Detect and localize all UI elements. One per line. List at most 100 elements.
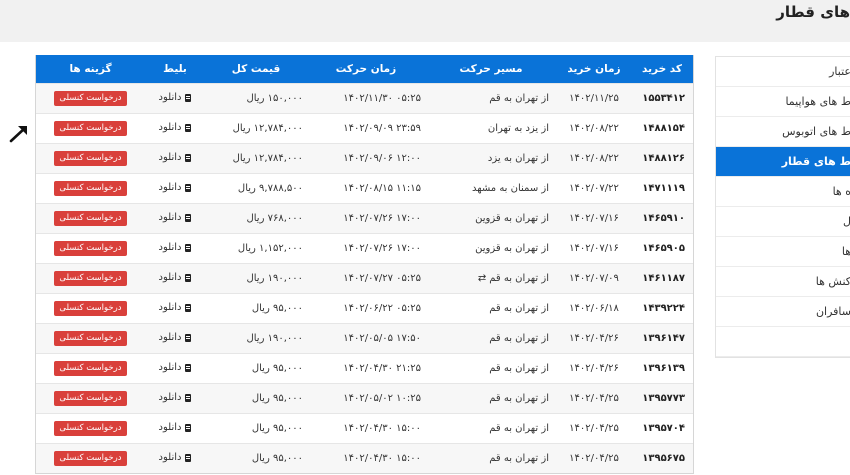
- cancel-request-button[interactable]: درخواست کنسلی: [54, 391, 127, 406]
- total-price: ۹۵,۰۰۰ ریال: [205, 443, 307, 473]
- header-code: کد خرید: [631, 55, 693, 84]
- sidebar-item-3[interactable]: ط های قطار: [716, 147, 850, 177]
- swap-arrows-icon: ⇄: [477, 273, 487, 284]
- sidebar-item-1[interactable]: ط های هواپیما: [716, 87, 850, 117]
- route-text: از تهران به قم: [489, 393, 549, 404]
- download-link[interactable]: دانلود: [159, 422, 192, 433]
- sidebar-item-2[interactable]: ط های اتوبوس: [716, 117, 850, 147]
- download-label: دانلود: [158, 302, 182, 314]
- cancel-request-button[interactable]: درخواست کنسلی: [54, 241, 127, 256]
- purchase-time: ۱۴۰۲/۰۷/۱۶: [557, 233, 631, 264]
- depart-time: ۱۵:۰۰ ۱۴۰۲/۰۴/۳۰: [307, 413, 425, 444]
- sidebar-item-9[interactable]: [716, 327, 850, 357]
- route-cell: از تهران به قم: [425, 293, 557, 324]
- table-row: ۱۳۹۶۱۳۹ ۱۴۰۲/۰۴/۲۶ از تهران به قم ۲۱:۲۵ ۱۴۰…: [36, 353, 693, 384]
- table-row: ۱۴۳۹۲۲۴ ۱۴۰۲/۰۶/۱۸ از تهران به قم ۰۵:۲۵ ۱۴۰…: [36, 293, 693, 324]
- download-link[interactable]: دانلود: [159, 122, 192, 133]
- ticket-cell: دانلود: [145, 83, 205, 114]
- cancel-request-button[interactable]: درخواست کنسلی: [54, 211, 127, 226]
- purchase-time: ۱۴۰۲/۱۱/۲۵: [557, 83, 631, 114]
- depart-time: ۱۱:۱۵ ۱۴۰۲/۰۸/۱۵: [307, 173, 425, 204]
- table-row: ۱۴۸۸۱۵۴ ۱۴۰۲/۰۸/۲۲ از یزد به تهران ۲۳:۵۹ ۱۴…: [36, 113, 693, 144]
- route-cell: از تهران به قزوین: [425, 233, 557, 264]
- route-cell: از تهران به قم: [425, 413, 557, 444]
- route-text: از تهران به قم: [489, 363, 549, 374]
- download-link[interactable]: دانلود: [159, 92, 192, 103]
- purchase-code: ۱۴۶۵۹۱۰: [631, 203, 693, 234]
- cancel-request-button[interactable]: درخواست کنسلی: [54, 181, 127, 196]
- sidebar-item-8[interactable]: سافران: [716, 297, 850, 327]
- download-link[interactable]: دانلود: [159, 392, 192, 403]
- ticket-cell: دانلود: [145, 113, 205, 144]
- total-price: ۹۵,۰۰۰ ریال: [205, 293, 307, 324]
- cancel-request-button[interactable]: درخواست کنسلی: [54, 361, 127, 376]
- document-icon: [185, 153, 192, 162]
- route-text: از تهران به قم: [489, 333, 549, 344]
- total-price: ۹۵,۰۰۰ ریال: [205, 413, 307, 444]
- cancel-request-button[interactable]: درخواست کنسلی: [54, 151, 127, 166]
- cancel-request-button[interactable]: درخواست کنسلی: [54, 91, 127, 106]
- ticket-cell: دانلود: [145, 233, 205, 264]
- document-icon: [185, 333, 192, 342]
- options-cell: درخواست کنسلی: [36, 323, 145, 354]
- header-purchase-time: زمان خرید: [557, 55, 631, 84]
- cancel-request-button[interactable]: درخواست کنسلی: [54, 421, 127, 436]
- table-row: ۱۴۶۵۹۰۵ ۱۴۰۲/۰۷/۱۶ از تهران به قزوین ۱۷:۰۰ …: [36, 233, 693, 264]
- purchase-code: ۱۵۵۳۴۱۲: [631, 83, 693, 114]
- download-link[interactable]: دانلود: [159, 332, 192, 343]
- route-text: از تهران به قزوین: [475, 213, 549, 224]
- download-link[interactable]: دانلود: [159, 212, 192, 223]
- document-icon: [185, 123, 192, 132]
- cancel-request-button[interactable]: درخواست کنسلی: [54, 271, 127, 286]
- sidebar-item-6[interactable]: ها: [716, 237, 850, 267]
- download-link[interactable]: دانلود: [159, 272, 192, 283]
- purchases-table: کد خرید زمان خرید مسیر حرکت زمان حرکت قی…: [36, 55, 693, 473]
- route-cell: از سمنان به مشهد: [425, 173, 557, 204]
- table-row: ۱۳۹۶۱۴۷ ۱۴۰۲/۰۴/۲۶ از تهران به قم ۱۷:۵۰ ۱۴۰…: [36, 323, 693, 354]
- sidebar-item-4[interactable]: ه ها: [716, 177, 850, 207]
- total-price: ۱۹۰,۰۰۰ ریال: [205, 323, 307, 354]
- route-text: از سمنان به مشهد: [472, 183, 549, 194]
- route-cell: از تهران به قم: [425, 383, 557, 414]
- cancel-request-button[interactable]: درخواست کنسلی: [54, 331, 127, 346]
- sidebar-item-5[interactable]: ل: [716, 207, 850, 237]
- cancel-request-button[interactable]: درخواست کنسلی: [54, 451, 127, 466]
- total-price: ۷۶۸,۰۰۰ ریال: [205, 203, 307, 234]
- purchase-code: ۱۴۸۸۱۵۴: [631, 113, 693, 144]
- purchase-time: ۱۴۰۲/۰۴/۲۵: [557, 413, 631, 444]
- download-label: دانلود: [158, 242, 182, 254]
- ticket-cell: دانلود: [145, 173, 205, 204]
- purchase-code: ۱۴۷۱۱۱۹: [631, 173, 693, 204]
- purchase-code: ۱۳۹۵۷۷۳: [631, 383, 693, 414]
- total-price: ۱,۱۵۲,۰۰۰ ریال: [205, 233, 307, 264]
- cancel-request-button[interactable]: درخواست کنسلی: [54, 301, 127, 316]
- table-row: ۱۵۵۳۴۱۲ ۱۴۰۲/۱۱/۲۵ از تهران به قم ۰۵:۲۵ ۱۴۰…: [36, 83, 693, 114]
- route-cell: از یزد به تهران: [425, 113, 557, 144]
- download-label: دانلود: [158, 392, 182, 404]
- sidebar-item-7[interactable]: کنش ها: [716, 267, 850, 297]
- download-link[interactable]: دانلود: [159, 152, 192, 163]
- sidebar-item-0[interactable]: عتبار: [716, 57, 850, 87]
- depart-time: ۱۵:۰۰ ۱۴۰۲/۰۴/۳۰: [307, 443, 425, 473]
- document-icon: [185, 93, 192, 102]
- options-cell: درخواست کنسلی: [36, 263, 145, 294]
- download-link[interactable]: دانلود: [159, 302, 192, 313]
- header-depart-time: زمان حرکت: [307, 55, 425, 84]
- download-label: دانلود: [158, 212, 182, 224]
- route-cell: از تهران به قم: [425, 353, 557, 384]
- download-link[interactable]: دانلود: [159, 362, 192, 373]
- download-link[interactable]: دانلود: [159, 242, 192, 253]
- download-link[interactable]: دانلود: [159, 182, 192, 193]
- ticket-cell: دانلود: [145, 383, 205, 414]
- table-header-row: کد خرید زمان خرید مسیر حرکت زمان حرکت قی…: [36, 55, 693, 84]
- top-bar: های قطار: [0, 0, 850, 42]
- purchase-time: ۱۴۰۲/۰۷/۲۲: [557, 173, 631, 204]
- download-link[interactable]: دانلود: [159, 452, 192, 463]
- cancel-request-button[interactable]: درخواست کنسلی: [54, 121, 127, 136]
- purchase-time: ۱۴۰۲/۰۴/۲۶: [557, 353, 631, 384]
- purchase-code: ۱۴۳۹۲۲۴: [631, 293, 693, 324]
- purchase-time: ۱۴۰۲/۰۸/۲۲: [557, 113, 631, 144]
- purchase-time: ۱۴۰۲/۰۴/۲۵: [557, 383, 631, 414]
- table-row: ۱۳۹۵۷۷۳ ۱۴۰۲/۰۴/۲۵ از تهران به قم ۱۰:۲۵ ۱۴۰…: [36, 383, 693, 414]
- options-cell: درخواست کنسلی: [36, 173, 145, 204]
